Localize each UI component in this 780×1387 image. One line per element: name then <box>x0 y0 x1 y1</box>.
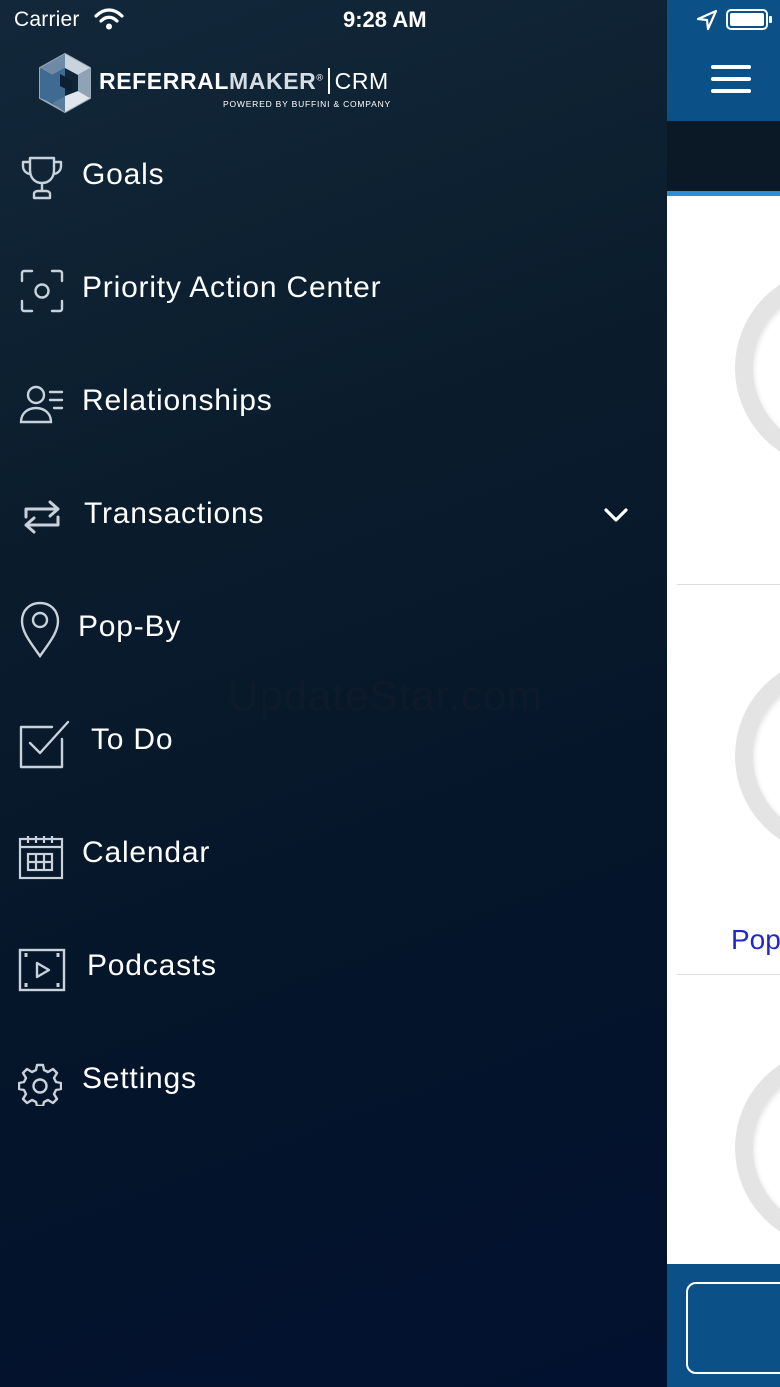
video-play-icon <box>18 948 66 992</box>
menu-label: Goals <box>82 158 165 191</box>
menu-item-settings[interactable]: Settings <box>0 1026 667 1139</box>
menu-item-priority-action-center[interactable]: Priority Action Center <box>0 235 667 348</box>
menu-label: To Do <box>91 723 174 756</box>
menu-item-transactions[interactable]: Transactions <box>0 461 667 574</box>
menu-item-relationships[interactable]: Relationships <box>0 348 667 461</box>
location-arrow-icon <box>696 9 718 31</box>
progress-ring <box>735 268 780 468</box>
menu-label: Podcasts <box>87 949 217 982</box>
app-footer <box>667 1264 780 1387</box>
battery-icon <box>726 9 772 30</box>
target-icon <box>20 269 64 313</box>
watermark: UpdateStar.com <box>228 672 544 719</box>
menu-label: Calendar <box>82 836 211 869</box>
carrier-label: Carrier <box>14 8 80 31</box>
trophy-icon <box>21 156 63 200</box>
hamburger-menu-icon[interactable] <box>711 65 753 95</box>
app-logo: REFERRALMAKER® CRM POWERED BY BUFFINI & C… <box>38 52 392 114</box>
menu-item-calendar[interactable]: Calendar <box>0 800 667 913</box>
menu-item-goals[interactable]: Goals <box>0 122 667 235</box>
referralmaker-logo-icon <box>39 52 91 114</box>
status-time: 9:28 AM <box>343 7 427 32</box>
divider <box>677 974 780 975</box>
status-bar: Carrier 9:28 AM <box>0 0 780 40</box>
menu-label: Settings <box>82 1062 197 1095</box>
logo-wordmark: REFERRALMAKER® CRM <box>99 68 389 94</box>
wifi-icon <box>94 8 124 30</box>
swap-arrows-icon <box>24 500 60 534</box>
screen: Pop REFERRALMAKER® CRM POWERED BY BUFFINI… <box>0 0 780 1387</box>
menu-label: Relationships <box>82 384 273 417</box>
progress-ring <box>735 1048 780 1248</box>
person-list-icon <box>19 385 64 424</box>
app-accent-bar <box>667 191 780 196</box>
menu-item-podcasts[interactable]: Podcasts <box>0 913 667 1026</box>
logo-tagline: POWERED BY BUFFINI & COMPANY <box>223 99 392 109</box>
calendar-icon <box>18 836 64 880</box>
background-app: Pop <box>667 0 780 1387</box>
checkbox-icon <box>19 720 70 769</box>
menu-label: Transactions <box>84 497 265 530</box>
menu-label: Priority Action Center <box>82 271 382 304</box>
app-card-label[interactable]: Pop <box>731 924 780 956</box>
map-pin-icon <box>20 601 60 658</box>
app-subbar <box>667 121 780 191</box>
menu-label: Pop-By <box>78 610 182 643</box>
divider <box>677 584 780 585</box>
gear-icon <box>18 1063 62 1106</box>
menu-item-pop-by[interactable]: Pop-By <box>0 574 667 687</box>
progress-ring <box>735 656 780 856</box>
navigation-drawer: REFERRALMAKER® CRM POWERED BY BUFFINI & C… <box>0 0 667 1387</box>
chevron-down-icon[interactable] <box>602 505 630 525</box>
footer-button[interactable] <box>686 1282 780 1374</box>
